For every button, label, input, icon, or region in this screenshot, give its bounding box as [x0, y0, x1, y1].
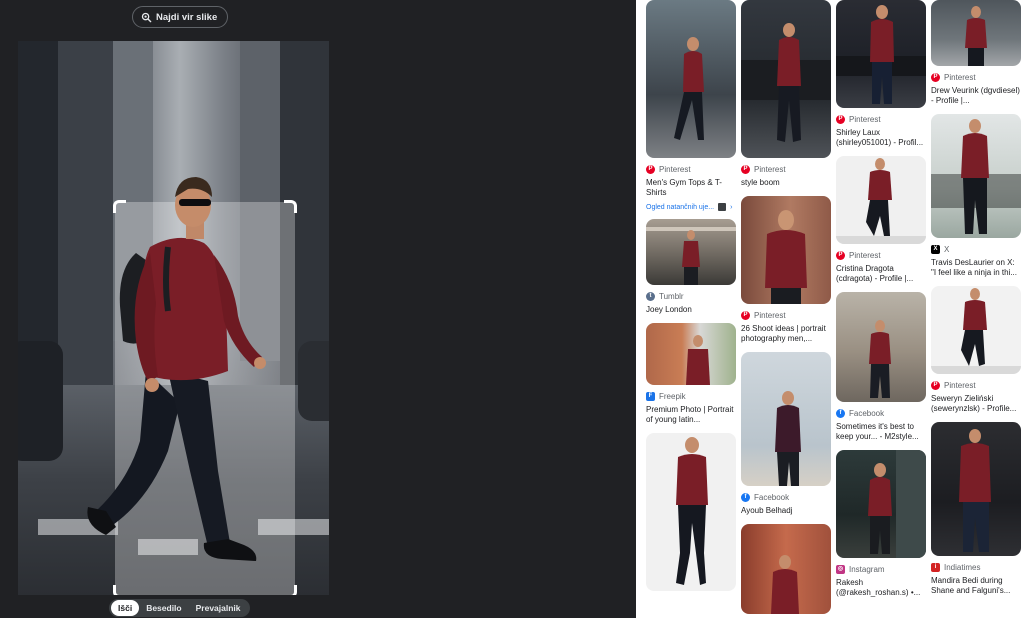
result-thumbnail[interactable]: [646, 219, 736, 285]
find-image-source-label: Najdi vir slike: [156, 11, 218, 23]
result-thumbnail[interactable]: [741, 352, 831, 486]
result-thumbnail[interactable]: [741, 524, 831, 614]
result-title[interactable]: Joey London: [646, 305, 736, 315]
result-card[interactable]: [741, 524, 831, 614]
mode-tabs: Išči Besedilo Prevajalnik: [109, 599, 250, 617]
results-column-4: P Pinterest Drew Veurink (dgvdiesel) - P…: [931, 0, 1021, 604]
result-thumbnail[interactable]: [931, 422, 1021, 556]
result-title[interactable]: Seweryn Zieliński (sewerynzlsk) - Profil…: [931, 394, 1021, 414]
pinterest-icon: P: [646, 165, 655, 174]
result-card[interactable]: P Pinterest Men's Gym Tops & T-Shirts Og…: [646, 0, 736, 211]
tab-translate[interactable]: Prevajalnik: [189, 600, 248, 616]
indiatimes-icon: i: [931, 563, 940, 572]
result-thumbnail[interactable]: [931, 286, 1021, 374]
result-title[interactable]: 26 Shoot ideas | portrait photography me…: [741, 324, 831, 344]
lens-search-icon: [141, 12, 152, 22]
facebook-icon: f: [836, 409, 845, 418]
results-column-2: P Pinterest style boom P Pinterest 26 Sh…: [741, 0, 831, 618]
chevron-right-icon: ›: [730, 203, 733, 211]
result-thumbnail[interactable]: [836, 292, 926, 402]
result-source: f Facebook: [741, 493, 831, 502]
query-image-pane: Najdi vir slike Išči Besedilo Prevajalni…: [0, 0, 636, 618]
visual-matches-pane: P Pinterest Men's Gym Tops & T-Shirts Og…: [636, 0, 1024, 618]
result-card[interactable]: i Indiatimes Mandira Bedi during Shane a…: [931, 422, 1021, 596]
result-thumbnail[interactable]: [836, 450, 926, 558]
pinterest-icon: P: [741, 311, 750, 320]
result-source: t Tumblr: [646, 292, 736, 301]
result-source: F Freepik: [646, 392, 736, 401]
result-card[interactable]: ◎ Instagram Rakesh (@rakesh_roshan.s) •.…: [836, 450, 926, 598]
result-title[interactable]: Men's Gym Tops & T-Shirts: [646, 178, 736, 198]
facebook-icon: f: [741, 493, 750, 502]
result-card[interactable]: f Facebook Sometimes it's best to keep y…: [836, 292, 926, 442]
result-title[interactable]: Shirley Laux (shirley051001) - Profil...: [836, 128, 926, 148]
walking-man-figure: [87, 177, 266, 561]
result-thumbnail[interactable]: [836, 156, 926, 244]
result-title[interactable]: Rakesh (@rakesh_roshan.s) •...: [836, 578, 926, 598]
tab-text[interactable]: Besedilo: [139, 600, 188, 616]
result-thumbnail[interactable]: [646, 433, 736, 591]
freepik-icon: F: [646, 392, 655, 401]
result-source: X X: [931, 245, 1021, 254]
result-title[interactable]: style boom: [741, 178, 831, 188]
result-card[interactable]: f Facebook Ayoub Belhadj: [741, 352, 831, 516]
result-card[interactable]: [646, 433, 736, 591]
query-photo[interactable]: [18, 41, 329, 595]
result-card[interactable]: P Pinterest Cristina Dragota (cdragota) …: [836, 156, 926, 284]
image-icon: [718, 203, 727, 211]
result-title[interactable]: Ayoub Belhadj: [741, 506, 831, 516]
result-title[interactable]: Sometimes it's best to keep your... - M2…: [836, 422, 926, 442]
result-card[interactable]: P Pinterest style boom: [741, 0, 831, 188]
x-icon: X: [931, 245, 940, 254]
pinterest-icon: P: [741, 165, 750, 174]
tumblr-icon: t: [646, 292, 655, 301]
result-source: ◎ Instagram: [836, 565, 885, 574]
result-thumbnail[interactable]: [931, 114, 1021, 238]
result-card[interactable]: P Pinterest 26 Shoot ideas | portrait ph…: [741, 196, 831, 344]
result-source: P Pinterest: [836, 251, 926, 260]
result-source: P Pinterest: [741, 165, 831, 174]
result-title[interactable]: Drew Veurink (dgvdiesel) - Profile |...: [931, 86, 1021, 106]
result-thumbnail[interactable]: [741, 196, 831, 304]
result-card[interactable]: P Pinterest Shirley Laux (shirley051001)…: [836, 0, 926, 148]
result-source: P Pinterest: [931, 381, 1021, 390]
result-title[interactable]: Premium Photo | Portrait of young latin.…: [646, 405, 736, 425]
result-title[interactable]: Travis DesLaurier on X: "I feel like a n…: [931, 258, 1021, 278]
result-title[interactable]: Mandira Bedi during Shane and Falguni's.…: [931, 576, 1021, 596]
result-card[interactable]: P Pinterest Drew Veurink (dgvdiesel) - P…: [931, 0, 1021, 106]
result-source: P Pinterest: [931, 73, 1021, 82]
result-source: P Pinterest: [646, 165, 736, 174]
result-card[interactable]: X X Travis DesLaurier on X: "I feel like…: [931, 114, 1021, 278]
result-card[interactable]: t Tumblr Joey London: [646, 219, 736, 315]
pinterest-icon: P: [931, 73, 940, 82]
pinterest-icon: P: [836, 251, 845, 260]
result-thumbnail[interactable]: [646, 323, 736, 385]
result-source: i Indiatimes: [931, 563, 1021, 572]
instagram-icon: ◎: [836, 565, 845, 574]
pinterest-icon: P: [931, 381, 940, 390]
exact-matches-link[interactable]: Ogled natančnih uje... ›: [646, 203, 736, 211]
result-thumbnail[interactable]: [741, 0, 831, 158]
result-thumbnail[interactable]: [931, 0, 1021, 66]
find-image-source-button[interactable]: Najdi vir slike: [132, 6, 229, 28]
results-column-3: P Pinterest Shirley Laux (shirley051001)…: [836, 0, 926, 606]
result-thumbnail[interactable]: [646, 0, 736, 158]
result-source: P Pinterest: [836, 115, 926, 124]
result-card[interactable]: P Pinterest Seweryn Zieliński (sewerynzl…: [931, 286, 1021, 414]
tab-search[interactable]: Išči: [111, 600, 140, 616]
pinterest-icon: P: [836, 115, 845, 124]
result-card[interactable]: F Freepik Premium Photo | Portrait of yo…: [646, 323, 736, 425]
result-thumbnail[interactable]: [836, 0, 926, 108]
result-title[interactable]: Cristina Dragota (cdragota) - Profile |.…: [836, 264, 926, 284]
result-source: f Facebook: [836, 409, 926, 418]
result-source: P Pinterest: [741, 311, 831, 320]
results-column-1: P Pinterest Men's Gym Tops & T-Shirts Og…: [646, 0, 736, 599]
